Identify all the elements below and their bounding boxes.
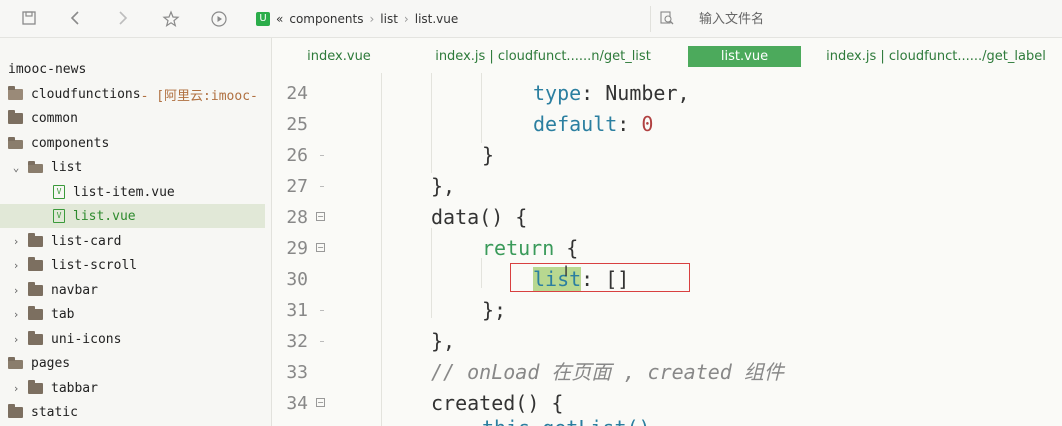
indent-guide <box>431 73 432 173</box>
indent-guide <box>431 228 432 318</box>
folder-icon <box>28 281 43 296</box>
line-number: 29 <box>286 238 308 259</box>
fold-toggle-icon[interactable]: − <box>316 398 325 407</box>
code-line-25[interactable]: default: 0 <box>533 109 653 140</box>
line-number: 34 <box>286 393 308 414</box>
tree-item-list-item-vue[interactable]: V list-item.vue <box>0 180 265 204</box>
tab-list-vue[interactable]: list.vue <box>688 46 801 67</box>
line-number: 30 <box>286 269 308 290</box>
fold-end-marker <box>320 155 324 156</box>
text-cursor-icon: I <box>564 264 569 280</box>
folder-icon <box>28 232 43 247</box>
tree-item-list-vue[interactable]: V list.vue <box>0 204 265 228</box>
folder-icon <box>28 330 43 345</box>
code-line-29[interactable]: return { <box>482 233 578 264</box>
vue-file-icon: V <box>53 209 65 223</box>
code-line-24[interactable]: type: Number, <box>533 78 690 109</box>
code-line-32[interactable]: }, <box>431 326 455 357</box>
project-explorer: imooc-news cloudfunctions - [阿里云:imooc- … <box>0 38 272 426</box>
tree-item-tabbar[interactable]: › tabbar <box>0 376 265 400</box>
chevron-down-icon[interactable]: ⌄ <box>10 161 22 174</box>
line-number: 31 <box>286 300 308 321</box>
back-icon[interactable] <box>66 10 84 28</box>
star-icon[interactable] <box>162 10 180 28</box>
line-number: 24 <box>286 83 308 104</box>
tab-index-vue[interactable]: index.vue <box>293 46 385 67</box>
file-search-icon[interactable] <box>659 10 675 26</box>
breadcrumb-components[interactable]: components <box>289 12 363 26</box>
fold-toggle-icon[interactable]: − <box>316 212 325 221</box>
code-line-27[interactable]: }, <box>431 171 455 202</box>
folder-open-icon <box>8 136 23 149</box>
project-root[interactable]: imooc-news <box>0 57 265 81</box>
file-search-input[interactable] <box>699 8 999 30</box>
fold-end-marker <box>320 341 324 342</box>
line-number: 25 <box>286 114 308 135</box>
chevron-right-icon[interactable]: › <box>10 308 22 321</box>
file-search <box>650 6 1062 32</box>
fold-end-marker <box>320 310 324 311</box>
chevron-right-icon[interactable]: › <box>10 284 22 297</box>
chevron-right-icon[interactable]: › <box>10 259 22 272</box>
save-icon[interactable] <box>20 10 38 28</box>
breadcrumb-prefix: « <box>276 12 284 26</box>
folder-icon <box>8 109 23 124</box>
tree-item-tab[interactable]: › tab <box>0 302 265 326</box>
forward-icon[interactable] <box>114 10 132 28</box>
code-line-28[interactable]: data() { <box>431 202 527 233</box>
fold-toggle-icon[interactable]: − <box>316 243 325 252</box>
breadcrumb: U « components › list › list.vue <box>256 6 458 32</box>
tree-item-common[interactable]: common <box>0 106 265 130</box>
uni-app-icon: U <box>256 12 270 26</box>
code-line-35[interactable]: this.getList() <box>482 413 651 426</box>
tree-item-uni-icons[interactable]: › uni-icons <box>0 327 265 351</box>
indent-guide <box>381 73 382 426</box>
top-toolbar: U « components › list › list.vue <box>0 0 1062 38</box>
folder-icon <box>8 403 23 418</box>
chevron-right-icon[interactable]: › <box>10 382 22 395</box>
chevron-right-icon[interactable]: › <box>10 235 22 248</box>
chevron-right-icon: › <box>369 12 375 26</box>
cloud-folder-icon <box>8 85 23 100</box>
folder-icon <box>28 256 43 271</box>
tree-item-list[interactable]: ⌄ list <box>0 155 265 179</box>
vue-file-icon: V <box>53 185 65 199</box>
chevron-right-icon[interactable]: › <box>10 333 22 346</box>
tab-get-label-index-js[interactable]: index.js | cloudfunct....../get_label <box>821 46 1051 67</box>
code-line-31[interactable]: }; <box>482 295 506 326</box>
line-number: 33 <box>286 362 308 383</box>
line-number: 32 <box>286 331 308 352</box>
play-icon[interactable] <box>210 10 228 28</box>
breadcrumb-list[interactable]: list <box>380 12 398 26</box>
folder-icon <box>28 305 43 320</box>
annotation-highlight-box <box>510 263 690 292</box>
line-number: 28 <box>286 207 308 228</box>
tree-item-cloudfunctions[interactable]: cloudfunctions - [阿里云:imooc- <box>0 82 265 106</box>
tree-item-navbar[interactable]: › navbar <box>0 278 265 302</box>
tree-item-pages[interactable]: pages <box>0 351 265 375</box>
code-editor[interactable]: 24 25 26 27 28 29 30 31 32 33 34 − − − t… <box>273 73 1062 426</box>
chevron-right-icon: › <box>403 12 409 26</box>
indent-guide <box>481 73 482 143</box>
tab-get-list-index-js[interactable]: index.js | cloudfunct......n/get_list <box>423 46 663 67</box>
tree-item-components[interactable]: components <box>0 131 265 155</box>
tree-item-list-scroll[interactable]: › list-scroll <box>0 253 265 277</box>
tree-item-static[interactable]: static <box>0 400 265 424</box>
fold-end-marker <box>320 186 324 187</box>
folder-open-icon <box>8 356 23 369</box>
line-number: 26 <box>286 145 308 166</box>
code-line-33[interactable]: // onLoad 在页面 , created 组件 <box>431 357 784 388</box>
folder-icon <box>28 379 43 394</box>
breadcrumb-list-vue[interactable]: list.vue <box>415 12 459 26</box>
project-name: imooc-news <box>8 61 87 77</box>
folder-open-icon <box>28 160 43 173</box>
line-number: 27 <box>286 176 308 197</box>
code-line-26[interactable]: } <box>482 140 494 171</box>
tree-item-list-card[interactable]: › list-card <box>0 229 265 253</box>
editor-tabs: index.vue index.js | cloudfunct......n/g… <box>273 43 1062 71</box>
